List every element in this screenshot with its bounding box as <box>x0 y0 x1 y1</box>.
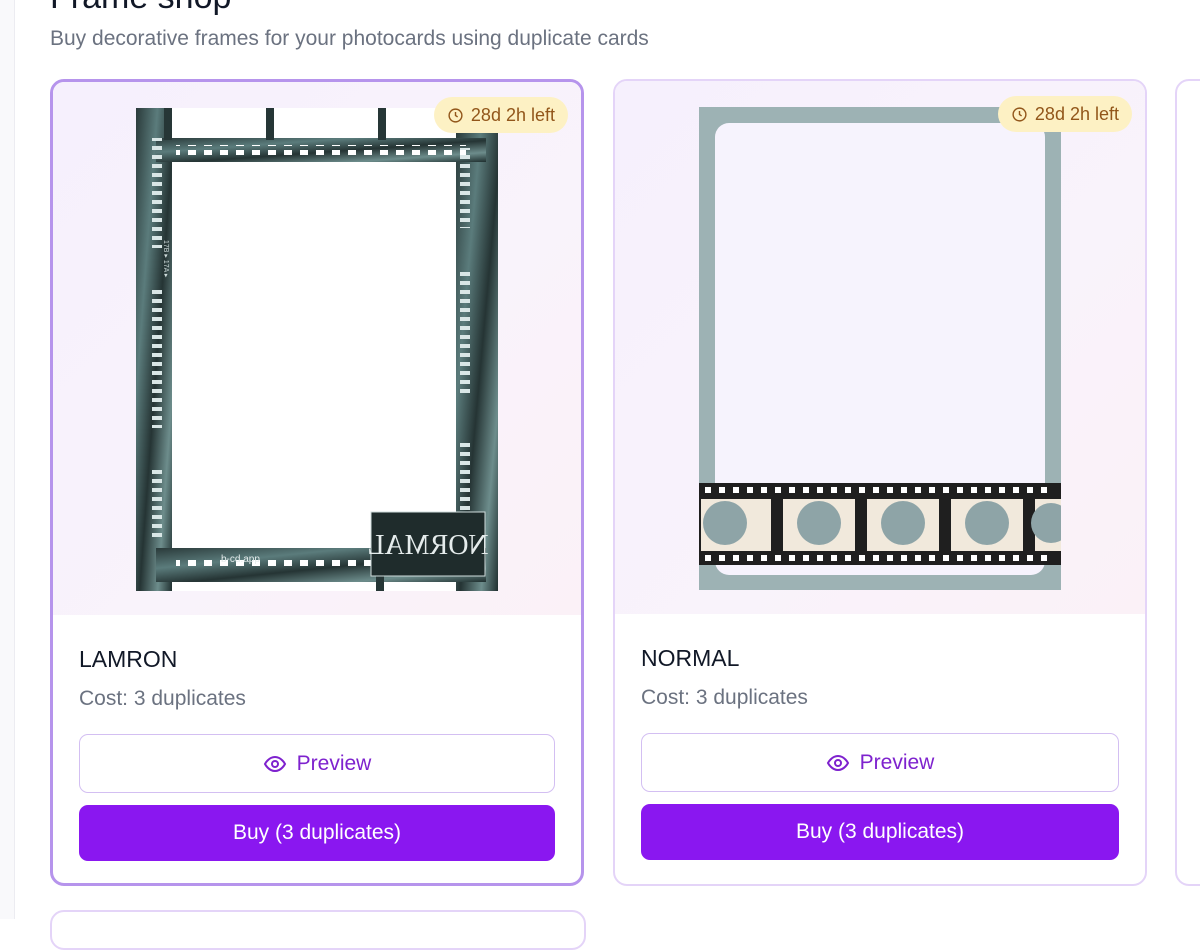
frame-card-normal[interactable]: 28d 2h left NORMAL Cost: 3 duplicates Pr… <box>613 79 1147 886</box>
preview-button[interactable]: Preview <box>641 733 1119 792</box>
frame-card-lamron[interactable]: NORMAL b-cd.app 17B ▸ 17A ▸ 28d 2h left … <box>50 79 584 886</box>
sidebar-edge <box>0 0 15 919</box>
frame-logo-text: NORMAL <box>367 530 488 561</box>
frame-name: LAMRON <box>79 646 178 672</box>
time-left-badge: 28d 2h left <box>997 96 1132 132</box>
clock-icon <box>1012 106 1027 122</box>
frame-card-partial[interactable] <box>1175 79 1200 886</box>
clock-icon <box>448 107 463 123</box>
frame-name: NORMAL <box>641 645 740 671</box>
frame-image-normal <box>699 107 1061 590</box>
page-title: Frame shop <box>50 0 231 17</box>
preview-button[interactable]: Preview <box>79 734 555 793</box>
preview-button-label: Preview <box>859 750 935 774</box>
frame-image-lamron: NORMAL b-cd.app 17B ▸ 17A ▸ <box>136 108 498 591</box>
preview-button-label: Preview <box>296 751 372 775</box>
eye-icon <box>263 755 286 772</box>
time-left-text: 28d 2h left <box>470 104 555 125</box>
eye-icon <box>826 754 849 771</box>
frame-side-text: 17B ▸ 17A ▸ <box>162 240 169 278</box>
frame-card-next-row[interactable] <box>50 910 586 950</box>
frame-cost: Cost: 3 duplicates <box>641 686 808 709</box>
time-left-badge: 28d 2h left <box>433 97 568 133</box>
time-left-text: 28d 2h left <box>1034 103 1119 124</box>
buy-button[interactable]: Buy (3 duplicates) <box>79 805 555 861</box>
frame-watermark-text: b-cd.app <box>221 554 260 565</box>
frame-preview-area: 28d 2h left <box>615 81 1145 614</box>
buy-button[interactable]: Buy (3 duplicates) <box>641 804 1119 860</box>
frame-preview-area: NORMAL b-cd.app 17B ▸ 17A ▸ 28d 2h left <box>53 82 581 615</box>
frame-cost: Cost: 3 duplicates <box>79 687 246 710</box>
page-subtitle: Buy decorative frames for your photocard… <box>50 27 649 50</box>
